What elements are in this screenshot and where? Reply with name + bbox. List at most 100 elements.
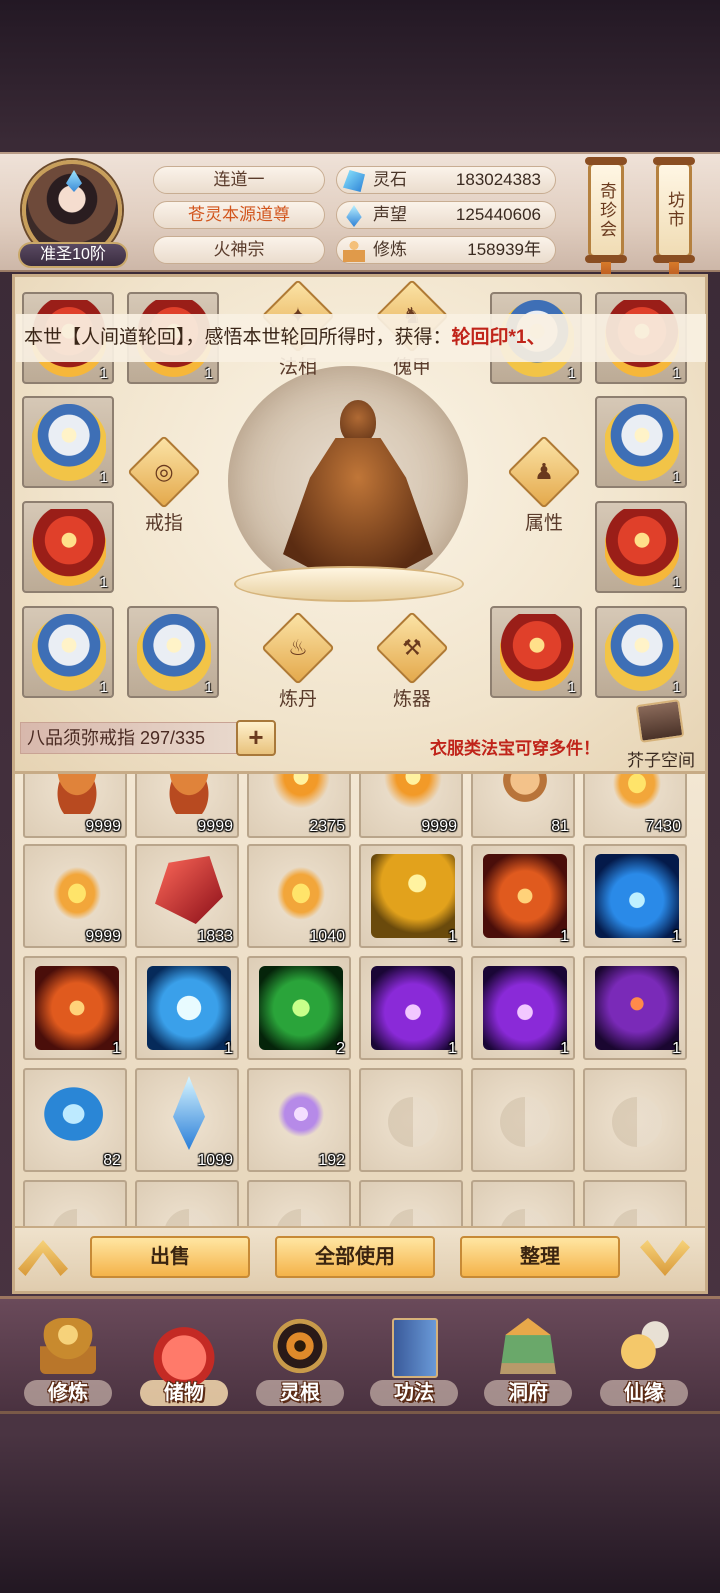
resource-value: 125440606 xyxy=(455,205,541,224)
equip-slot[interactable]: 1 xyxy=(490,606,582,698)
item-count: 1 xyxy=(224,1040,233,1057)
nav-label: 仙缘 xyxy=(624,1382,664,1404)
yin-yang-icon xyxy=(164,1209,214,1226)
equip-slot[interactable]: 1 xyxy=(22,396,114,488)
expand-capacity-button[interactable]: + xyxy=(236,720,276,756)
empty-slot[interactable] xyxy=(23,1180,127,1226)
inventory-slot[interactable]: 2 xyxy=(247,956,351,1060)
item-count: 1 xyxy=(672,1040,681,1057)
slot-count: 1 xyxy=(99,469,108,486)
nav-spirit-root[interactable]: 灵根 xyxy=(250,1318,350,1410)
nav-storage[interactable]: 储物 xyxy=(134,1318,234,1410)
inventory-slot[interactable]: 1099 xyxy=(135,1068,239,1172)
forging-button[interactable]: ⚒ 炼器 xyxy=(372,611,452,722)
mustard-space-button[interactable]: 芥子空间 xyxy=(620,699,702,772)
empty-slot[interactable] xyxy=(359,1068,463,1172)
meat-bun-icon xyxy=(155,774,223,814)
resource-label: 声望 xyxy=(373,205,407,224)
empty-slot[interactable] xyxy=(583,1180,687,1226)
inventory-slot[interactable]: 9999 xyxy=(135,774,239,838)
inventory-slot[interactable]: 9999 xyxy=(23,774,127,838)
resource-label: 灵石 xyxy=(373,170,407,189)
item-count: 1 xyxy=(560,1040,569,1057)
empty-slot[interactable] xyxy=(247,1180,351,1226)
slot-count: 1 xyxy=(672,469,681,486)
empty-slot[interactable] xyxy=(359,1180,463,1226)
equipment-icon xyxy=(605,404,679,482)
inventory-slot[interactable]: 1 xyxy=(583,956,687,1060)
func-label: 戒指 xyxy=(144,513,183,534)
lavender-flower-icon xyxy=(267,1080,335,1148)
figure-body xyxy=(283,438,433,570)
inventory-slot[interactable]: 1 xyxy=(471,956,575,1060)
treasure-auction-button[interactable]: 奇珍会 xyxy=(585,157,627,263)
player-title[interactable]: 苍灵本源道尊 xyxy=(153,201,325,229)
nav-immortal-fate[interactable]: 仙缘 xyxy=(594,1318,694,1410)
nav-cultivation[interactable]: 修炼 xyxy=(18,1318,118,1410)
inventory-slot[interactable]: 1 xyxy=(23,956,127,1060)
yin-yang-icon xyxy=(388,1209,438,1226)
inventory-slot[interactable]: 1 xyxy=(583,844,687,948)
inventory-slot[interactable]: 1833 xyxy=(135,844,239,948)
nav-cave-mansion[interactable]: 洞府 xyxy=(478,1318,578,1410)
inventory-slot[interactable]: 1 xyxy=(359,956,463,1060)
inventory-slot[interactable]: 9999 xyxy=(359,774,463,838)
resource-label: 修炼 xyxy=(373,240,407,259)
empty-slot[interactable] xyxy=(135,1180,239,1226)
sell-button[interactable]: 出售 xyxy=(90,1236,250,1278)
cultivation-icon xyxy=(343,240,365,262)
ring-icon: ◎ xyxy=(154,459,174,484)
player-sect[interactable]: 火神宗 xyxy=(153,236,325,264)
equipment-icon xyxy=(500,614,574,692)
empty-slot[interactable] xyxy=(471,1068,575,1172)
ring-button[interactable]: ◎ 戒指 xyxy=(124,435,204,546)
inventory-slot[interactable]: 82 xyxy=(23,1068,127,1172)
inventory-slot[interactable]: 1 xyxy=(135,956,239,1060)
equip-slot[interactable]: 1 xyxy=(127,606,219,698)
inventory-slot[interactable]: 1 xyxy=(471,844,575,948)
equip-slot[interactable]: 1 xyxy=(595,396,687,488)
equip-slot[interactable]: 1 xyxy=(595,501,687,593)
purple-fire-claw-skill-icon xyxy=(595,966,679,1050)
nav-label: 储物 xyxy=(164,1382,204,1404)
resource-value: 158939年 xyxy=(467,240,541,259)
inventory-slot[interactable]: 1040 xyxy=(247,844,351,948)
item-count: 9999 xyxy=(85,818,121,835)
inventory-slot[interactable]: 7430 xyxy=(583,774,687,838)
use-all-button[interactable]: 全部使用 xyxy=(275,1236,435,1278)
sort-button[interactable]: 整理 xyxy=(460,1236,620,1278)
item-count: 192 xyxy=(318,1152,345,1169)
equip-slot[interactable]: 1 xyxy=(22,606,114,698)
inventory-slot[interactable]: 1 xyxy=(359,844,463,948)
system-announcement: 本世【人间道轮回】，感悟本世轮回所得时，获得：轮回印*1、 xyxy=(16,314,706,362)
empty-slot[interactable] xyxy=(471,1180,575,1226)
bag-label: 芥子空间 xyxy=(627,751,695,770)
resource-cultivation: 修炼 158939年 xyxy=(336,236,556,264)
inventory-slot[interactable]: 81 xyxy=(471,774,575,838)
equip-slot[interactable]: 1 xyxy=(595,606,687,698)
blue-spirit-stone-icon xyxy=(43,1080,111,1148)
inventory-slot[interactable]: 2375 xyxy=(247,774,351,838)
inventory-slot[interactable]: 9999 xyxy=(23,844,127,948)
func-label: 炼丹 xyxy=(278,689,317,710)
inventory-slot[interactable]: 192 xyxy=(247,1068,351,1172)
nav-technique[interactable]: 功法 xyxy=(364,1318,464,1410)
inventory-grid[interactable]: 9999 9999 2375 9999 81 7430 9999 1833 10… xyxy=(12,774,708,1226)
nav-label: 灵根 xyxy=(280,1382,320,1404)
empty-slot[interactable] xyxy=(583,1068,687,1172)
slot-count: 1 xyxy=(672,365,681,382)
red-crystal-icon xyxy=(155,856,223,924)
func-label: 属性 xyxy=(524,513,563,534)
equipment-icon xyxy=(32,404,106,482)
market-button[interactable]: 坊市 xyxy=(653,157,695,263)
alchemy-button[interactable]: ♨ 炼丹 xyxy=(258,611,338,722)
cave-mansion-icon xyxy=(500,1318,556,1374)
item-count: 9999 xyxy=(85,928,121,945)
spirit-stone-icon xyxy=(343,170,365,192)
fire-phoenix-skill-icon xyxy=(483,854,567,938)
equip-slot[interactable]: 1 xyxy=(22,501,114,593)
attribute-button[interactable]: ♟ 属性 xyxy=(504,435,584,546)
slot-count: 1 xyxy=(567,365,576,382)
player-avatar[interactable]: 准圣10阶 xyxy=(18,160,128,270)
equipment-icon xyxy=(32,509,106,587)
